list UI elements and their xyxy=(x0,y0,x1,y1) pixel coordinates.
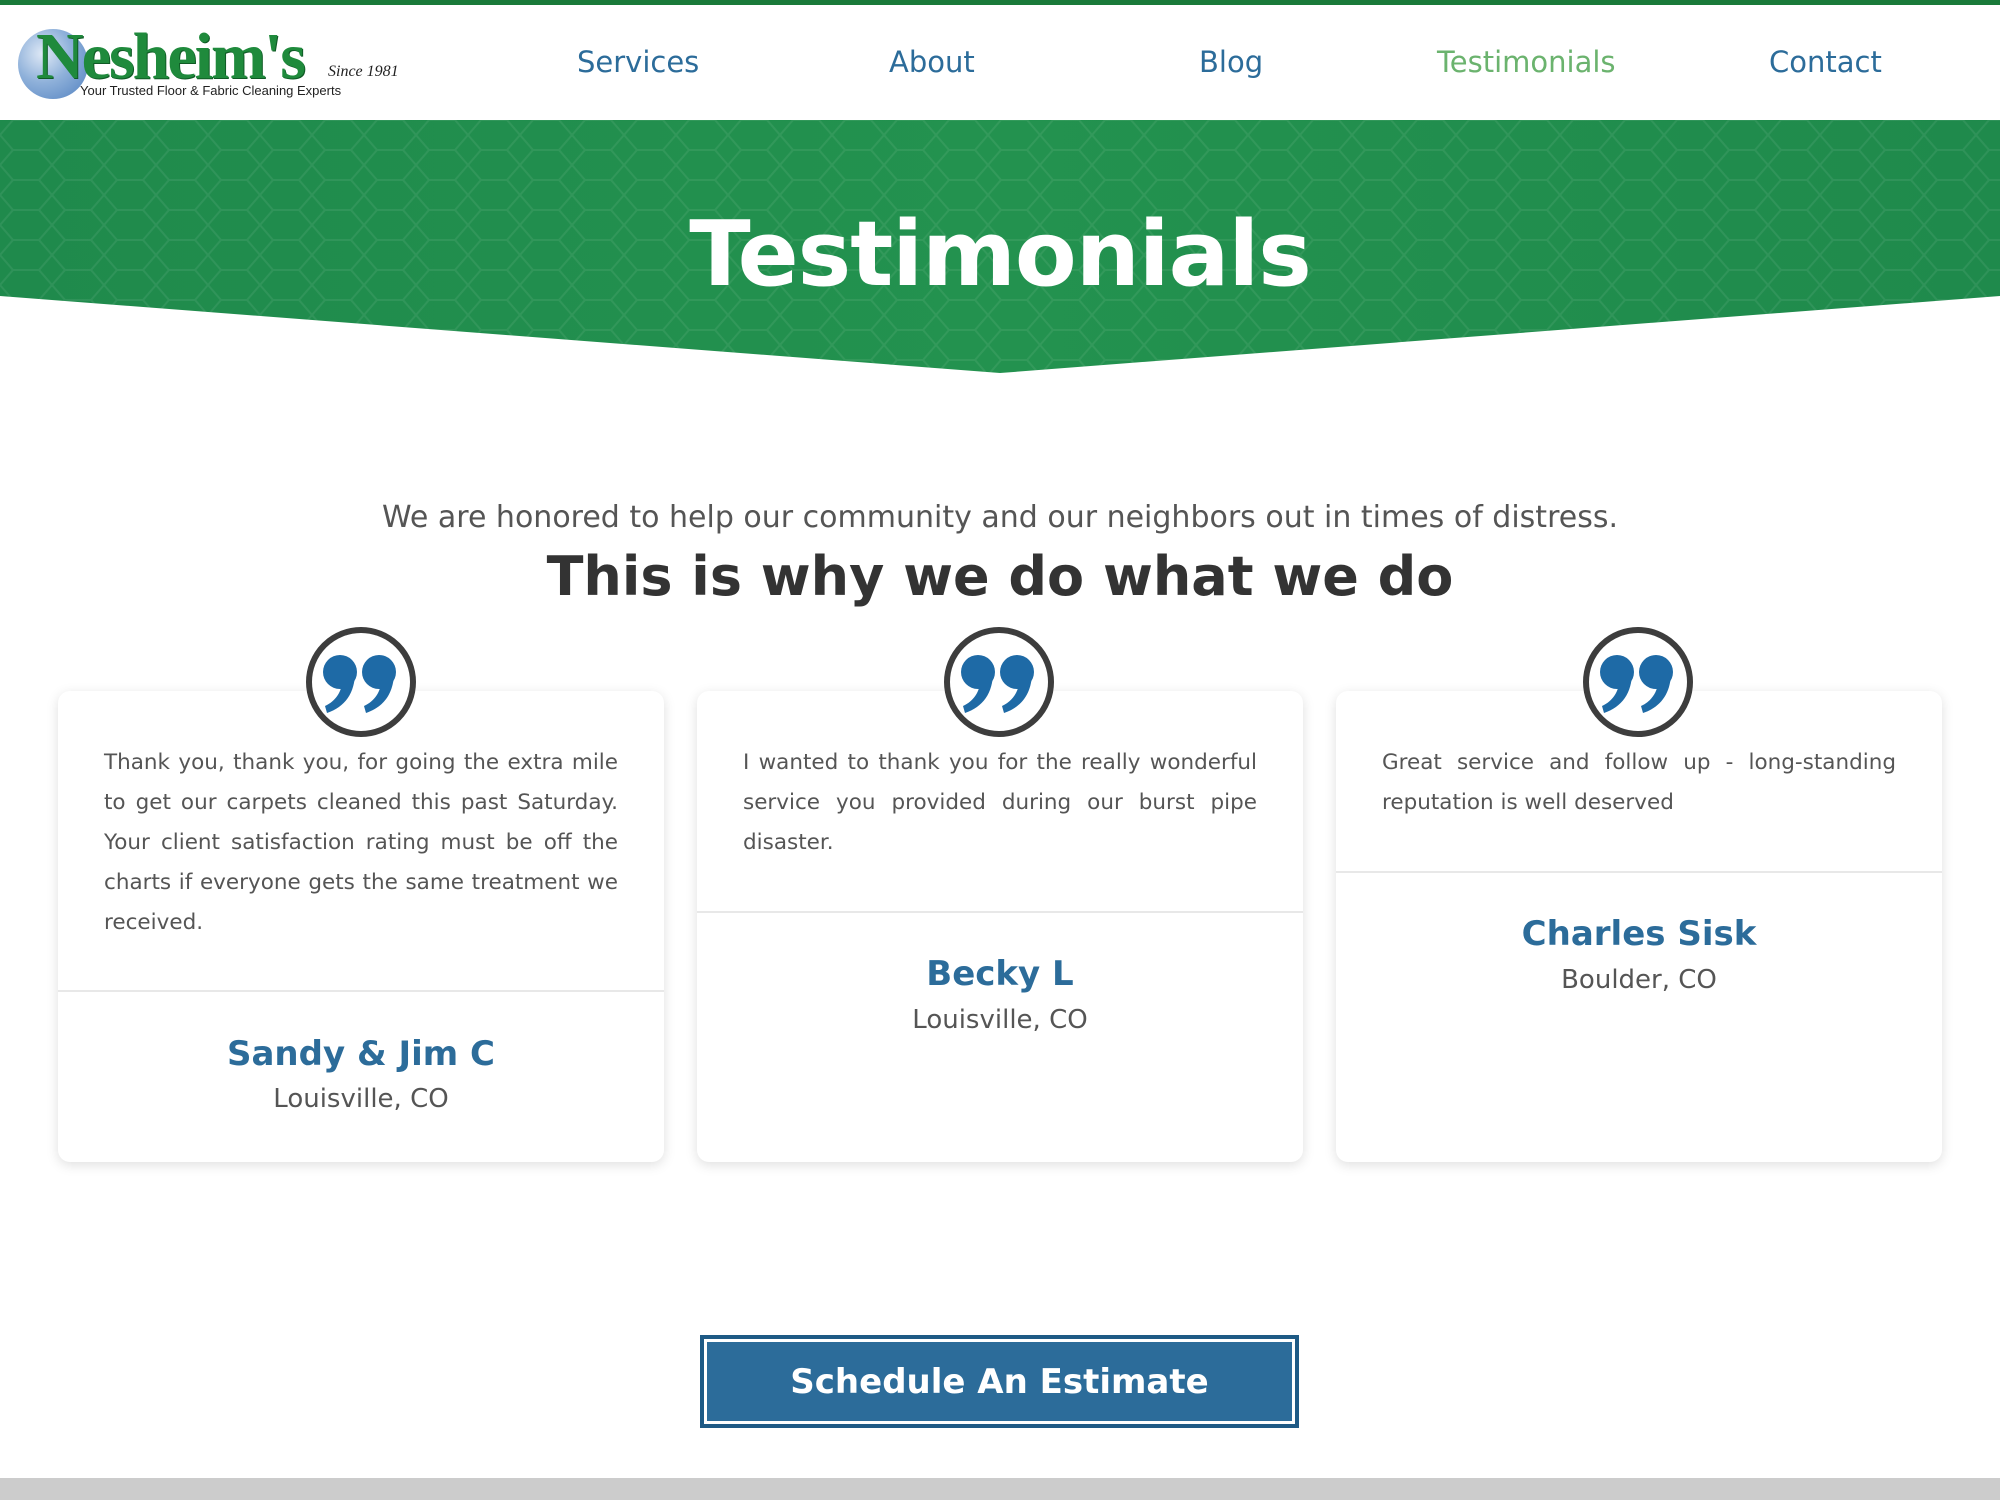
testimonial-location: Louisville, CO xyxy=(912,1005,1088,1035)
schedule-estimate-button[interactable]: Schedule An Estimate xyxy=(700,1335,1299,1428)
logo[interactable]: Nesheim's Since 1981 Your Trusted Floor … xyxy=(18,20,399,105)
page-title: Testimonials xyxy=(689,202,1312,307)
quote-icon xyxy=(944,627,1054,737)
testimonial-author: Becky L xyxy=(926,954,1074,994)
testimonial-location: Louisville, CO xyxy=(273,1084,449,1114)
testimonial-text: I wanted to thank you for the really won… xyxy=(743,750,1257,855)
quote-icon xyxy=(1583,627,1693,737)
intro-text: We are honored to help our community and… xyxy=(381,500,1618,535)
nav-about[interactable]: About xyxy=(889,45,975,79)
site-header: Nesheim's Since 1981 Your Trusted Floor … xyxy=(0,5,2000,120)
logo-since: Since 1981 xyxy=(328,63,399,80)
testimonial-card: Thank you, thank you, for going the extr… xyxy=(58,691,664,1162)
testimonial-text: Great service and follow up - long-stand… xyxy=(1382,750,1896,815)
card-divider xyxy=(58,990,664,992)
hero-banner: Testimonials xyxy=(0,120,2000,374)
nav-contact[interactable]: Contact xyxy=(1769,45,1882,79)
testimonial-author: Sandy & Jim C xyxy=(227,1034,495,1074)
section-headline: This is why we do what we do xyxy=(546,545,1454,608)
card-divider xyxy=(697,911,1303,913)
nav-testimonials[interactable]: Testimonials xyxy=(1437,45,1616,79)
footer-bar xyxy=(0,1478,2000,1500)
nav-services[interactable]: Services xyxy=(577,45,699,79)
quote-icon xyxy=(306,627,416,737)
nav-blog[interactable]: Blog xyxy=(1199,45,1263,79)
card-divider xyxy=(1336,871,1942,873)
testimonial-text: Thank you, thank you, for going the extr… xyxy=(104,750,618,935)
testimonial-location: Boulder, CO xyxy=(1561,965,1717,995)
logo-tagline: Your Trusted Floor & Fabric Cleaning Exp… xyxy=(80,83,342,98)
testimonial-card: I wanted to thank you for the really won… xyxy=(697,691,1303,1162)
testimonial-author: Charles Sisk xyxy=(1521,914,1757,954)
testimonial-card: Great service and follow up - long-stand… xyxy=(1336,691,1942,1162)
